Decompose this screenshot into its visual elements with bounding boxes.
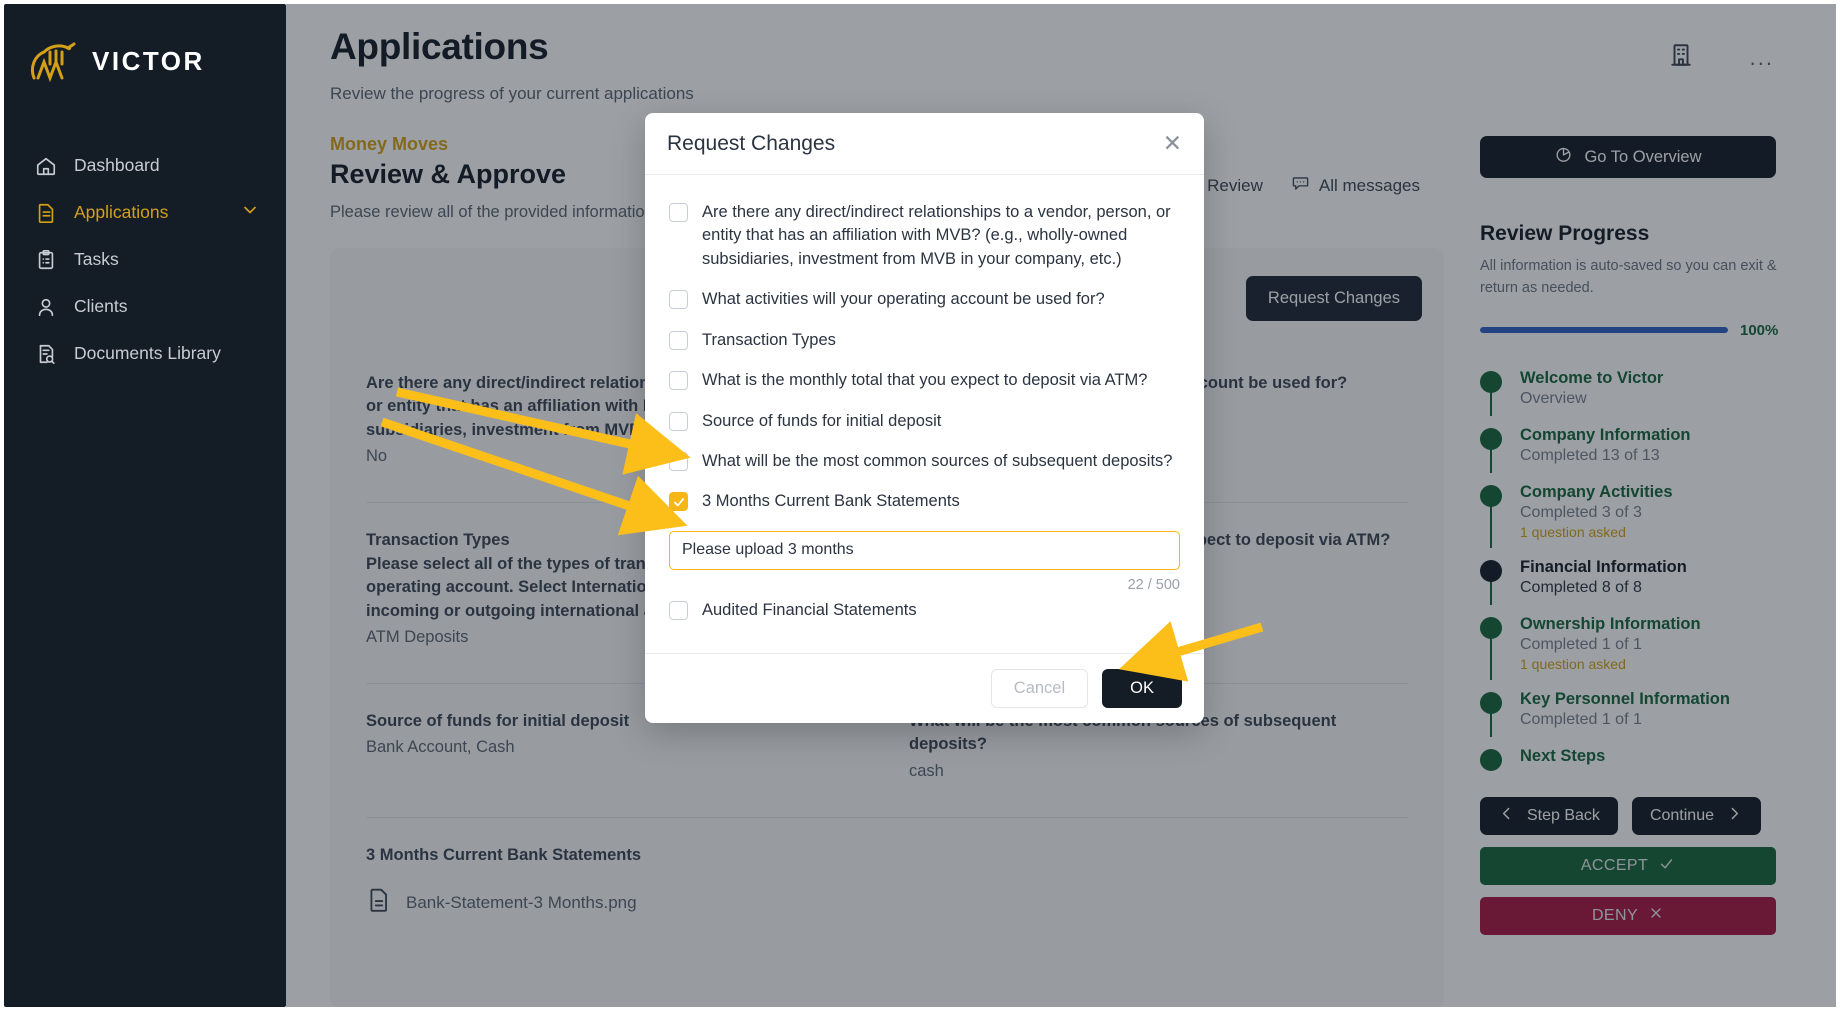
user-icon <box>34 295 58 319</box>
sidebar: VICTOR Dashboard Applications Tasks Clie… <box>4 4 286 1007</box>
home-icon <box>34 154 58 178</box>
dialog-header: Request Changes ✕ <box>645 113 1204 175</box>
app-screen: VICTOR Dashboard Applications Tasks Clie… <box>0 0 1840 1011</box>
option-row[interactable]: Audited Financial Statements <box>669 599 1180 622</box>
sidebar-nav: Dashboard Applications Tasks Clients Doc… <box>4 142 286 377</box>
option-label: 3 Months Current Bank Statements <box>702 492 960 511</box>
option-label: Transaction Types <box>702 330 836 349</box>
option-row[interactable]: Source of funds for initial deposit <box>669 410 1180 433</box>
sidebar-item-documents-library[interactable]: Documents Library <box>4 330 286 377</box>
option-label: Source of funds for initial deposit <box>702 411 942 430</box>
sidebar-item-label: Dashboard <box>74 155 160 175</box>
option-label: What will be the most common sources of … <box>702 451 1173 470</box>
dialog-body: Are there any direct/indirect relationsh… <box>645 175 1204 653</box>
sidebar-item-clients[interactable]: Clients <box>4 283 286 330</box>
option-row[interactable]: What will be the most common sources of … <box>669 450 1180 473</box>
option-checkbox[interactable] <box>669 451 688 471</box>
sidebar-item-tasks[interactable]: Tasks <box>4 236 286 283</box>
dialog-footer: Cancel OK <box>645 653 1204 723</box>
clipboard-icon <box>34 248 58 272</box>
option-checkbox-checked[interactable] <box>669 492 688 512</box>
victor-logo-icon <box>28 38 80 84</box>
document-search-icon <box>34 342 58 366</box>
change-note-input[interactable] <box>669 530 1180 570</box>
sidebar-item-applications[interactable]: Applications <box>4 189 286 236</box>
brand-logo[interactable]: VICTOR <box>4 26 286 90</box>
sidebar-item-label: Documents Library <box>74 343 221 363</box>
character-counter: 22 / 500 <box>1127 576 1180 593</box>
option-row[interactable]: What is the monthly total that you expec… <box>669 369 1180 392</box>
option-label: Are there any direct/indirect relationsh… <box>702 203 1171 268</box>
request-changes-dialog: Request Changes ✕ Are there any direct/i… <box>645 113 1204 724</box>
option-checkbox[interactable] <box>669 330 688 350</box>
document-icon <box>34 201 58 225</box>
ok-button[interactable]: OK <box>1102 669 1182 709</box>
option-row[interactable]: Are there any direct/indirect relationsh… <box>669 201 1180 271</box>
brand-name: VICTOR <box>92 45 205 76</box>
option-checkbox[interactable] <box>669 600 688 620</box>
sidebar-item-label: Clients <box>74 296 128 316</box>
option-checkbox[interactable] <box>669 203 688 222</box>
sidebar-item-dashboard[interactable]: Dashboard <box>4 142 286 189</box>
dialog-title: Request Changes <box>667 131 836 155</box>
option-row[interactable]: Transaction Types <box>669 329 1180 352</box>
option-checkbox[interactable] <box>669 371 688 391</box>
option-checkbox[interactable] <box>669 290 688 310</box>
sidebar-item-label: Applications <box>74 202 169 222</box>
option-label: Audited Financial Statements <box>702 600 917 619</box>
option-row-selected[interactable]: 3 Months Current Bank Statements <box>669 490 1180 513</box>
sidebar-item-label: Tasks <box>74 249 119 269</box>
note-field-wrap: 22 / 500 <box>669 530 1180 593</box>
option-label: What is the monthly total that you expec… <box>702 371 1148 390</box>
chevron-down-icon[interactable] <box>240 200 260 225</box>
option-label: What activities will your operating acco… <box>702 290 1105 309</box>
option-row[interactable]: What activities will your operating acco… <box>669 288 1180 311</box>
option-checkbox[interactable] <box>669 411 688 431</box>
close-icon[interactable]: ✕ <box>1163 132 1182 155</box>
cancel-button[interactable]: Cancel <box>990 669 1089 709</box>
